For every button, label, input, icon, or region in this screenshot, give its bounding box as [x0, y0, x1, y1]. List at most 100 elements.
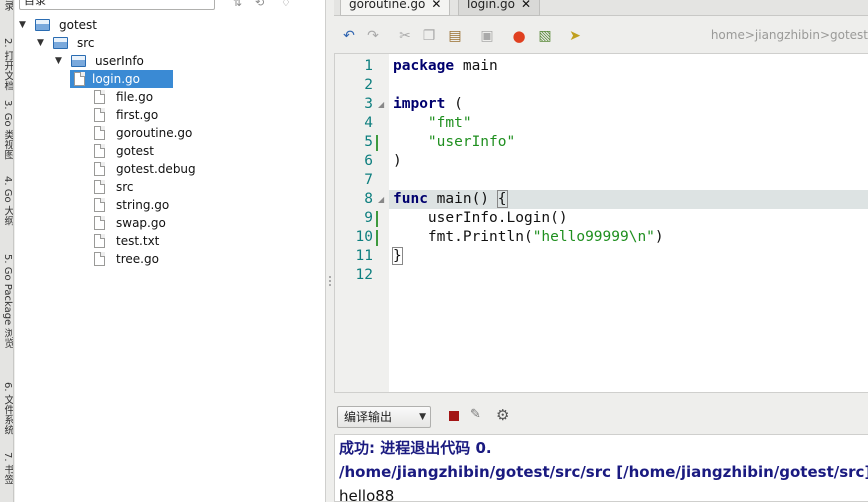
code-token: userInfo.Login(): [393, 210, 568, 226]
tree-item[interactable]: src: [52, 178, 272, 196]
expand-arrow-icon[interactable]: ▼: [55, 52, 65, 70]
line-number: 12: [355, 267, 373, 283]
tree-item[interactable]: ▼ userInfo: [52, 52, 272, 70]
splitter-grip: [329, 276, 331, 278]
stop-icon[interactable]: [449, 411, 459, 421]
tree-item-label: swap.go: [116, 216, 166, 230]
code-token: package: [393, 58, 455, 74]
output-source-value: 编译输出: [344, 410, 393, 424]
side-tab[interactable]: 4. Go 大纲: [0, 176, 13, 226]
code-token: main(): [427, 191, 498, 207]
tree-item[interactable]: file.go: [52, 88, 272, 106]
folder-icon: [35, 19, 50, 31]
file-icon: [94, 162, 105, 176]
code-token: "userInfo": [427, 134, 516, 150]
tree-item-label: gotest: [59, 18, 98, 32]
tree-item[interactable]: first.go: [52, 106, 272, 124]
play-icon[interactable]: ➤: [566, 27, 584, 45]
code-token: (: [445, 96, 463, 112]
file-icon: [94, 108, 105, 122]
cut-icon[interactable]: ✂: [396, 27, 414, 45]
paste-icon[interactable]: ▤: [446, 27, 464, 45]
line-number-gutter: 1 2 3 ◢ 4 5 6 7 8 ◢ 9 10 11 12: [335, 54, 389, 392]
line-number: 6: [364, 153, 373, 169]
output-source-select[interactable]: 编译输出 ▼: [337, 406, 431, 428]
expand-arrow-icon[interactable]: ▼: [19, 16, 29, 34]
tree-item[interactable]: test.txt: [52, 232, 272, 250]
tree-item[interactable]: string.go: [52, 196, 272, 214]
tree-item-label: first.go: [116, 108, 159, 122]
liteide-window: 1. 目录 2. 打开文档 3. Go 类视图 4. Go 大纲 5. Go Packa…: [0, 0, 868, 502]
file-icon: [94, 144, 105, 158]
close-icon[interactable]: ✕: [521, 0, 531, 11]
expand-arrow-icon[interactable]: ▼: [37, 34, 47, 52]
redo-icon[interactable]: ↷: [364, 27, 382, 45]
tree-filter-combo[interactable]: 目录: [19, 0, 215, 10]
code-token: func: [393, 191, 428, 207]
code-line: userInfo.Login(): [393, 209, 868, 228]
tree-item-label: tree.go: [116, 252, 159, 266]
tree-item[interactable]: goroutine.go: [52, 124, 272, 142]
tree-item[interactable]: ▼ gotest: [16, 16, 236, 34]
panel-splitter[interactable]: [326, 0, 334, 502]
splitter-grip: [329, 280, 331, 282]
sync-icon[interactable]: ⇅: [233, 0, 242, 9]
code-token: }: [392, 247, 403, 265]
line-number: 1: [364, 58, 373, 74]
file-breadcrumb[interactable]: home>jiangzhibin>gotest: [711, 28, 868, 42]
code-line: fmt.Println("hello99999\n"): [393, 228, 868, 247]
editor-tab-label: login.go: [467, 0, 516, 11]
build-output[interactable]: 成功: 进程退出代码 0. /home/jiangzhibin/gotest/sr…: [334, 434, 868, 502]
code-editor[interactable]: 1 2 3 ◢ 4 5 6 7 8 ◢ 9 10 11 12 package main import ( "…: [334, 53, 868, 393]
code-token: fmt.Println(: [393, 229, 533, 245]
code-token: ): [393, 153, 402, 169]
tree-item[interactable]: swap.go: [52, 214, 272, 232]
side-tab[interactable]: 5. Go Package 浏览: [0, 254, 13, 348]
side-tab[interactable]: 2. 打开文档: [0, 38, 13, 91]
modified-line-marker: [376, 211, 378, 227]
tree-item[interactable]: tree.go: [52, 250, 272, 268]
splitter-grip: [329, 284, 331, 286]
output-toolbar: 编译输出 ▼ ✎ ⚙: [334, 398, 868, 434]
tree-item[interactable]: ▼ src: [34, 34, 254, 52]
tree-item-label: src: [116, 180, 134, 194]
editor-toolbar: ↶ ↷ ✂ ❐ ▤ ▣ ● ▧ ➤ home>jiangzhibin>gotes…: [334, 17, 868, 53]
editor-tab[interactable]: login.go ✕: [458, 0, 541, 16]
export-icon[interactable]: ▧: [536, 27, 554, 45]
editor-tab[interactable]: goroutine.go ✕: [340, 0, 451, 16]
fold-marker-icon[interactable]: ◢: [378, 95, 384, 114]
close-icon[interactable]: ✕: [431, 0, 441, 11]
code-token: "fmt": [427, 115, 472, 131]
tree-item-label: file.go: [116, 90, 154, 104]
code-line: ): [393, 152, 868, 171]
code-token: main: [454, 58, 498, 74]
settings-icon[interactable]: ♢: [281, 0, 291, 9]
tree-item[interactable]: gotest: [52, 142, 272, 160]
record-icon[interactable]: ●: [510, 27, 528, 45]
gear-icon[interactable]: ⚙: [496, 406, 509, 424]
side-tab[interactable]: 1. 目录: [0, 0, 13, 11]
side-tab[interactable]: 7. 书签: [0, 452, 13, 485]
chevron-down-icon: ▼: [419, 412, 426, 422]
side-tab[interactable]: 6. 文件系统: [0, 382, 13, 435]
tree-item[interactable]: gotest.debug: [52, 160, 272, 178]
line-number: 4: [364, 115, 373, 131]
line-number: 2: [364, 77, 373, 93]
line-number: 8: [364, 191, 373, 207]
tree-item[interactable]: login.go: [70, 70, 173, 88]
file-icon: [94, 126, 105, 140]
code-token: "hello99999\n": [532, 229, 655, 245]
clear-output-icon[interactable]: ✎: [470, 407, 481, 422]
lock-icon[interactable]: ▣: [478, 27, 496, 45]
line-number: 3: [364, 96, 373, 112]
tree-item-label: src: [77, 36, 95, 50]
undo-icon[interactable]: ↶: [340, 27, 358, 45]
code-line: "userInfo": [393, 133, 868, 152]
side-tab[interactable]: 3. Go 类视图: [0, 100, 13, 160]
copy-icon[interactable]: ❐: [420, 27, 438, 45]
link-icon[interactable]: ⟲: [255, 0, 264, 9]
fold-marker-icon[interactable]: ◢: [378, 190, 384, 209]
